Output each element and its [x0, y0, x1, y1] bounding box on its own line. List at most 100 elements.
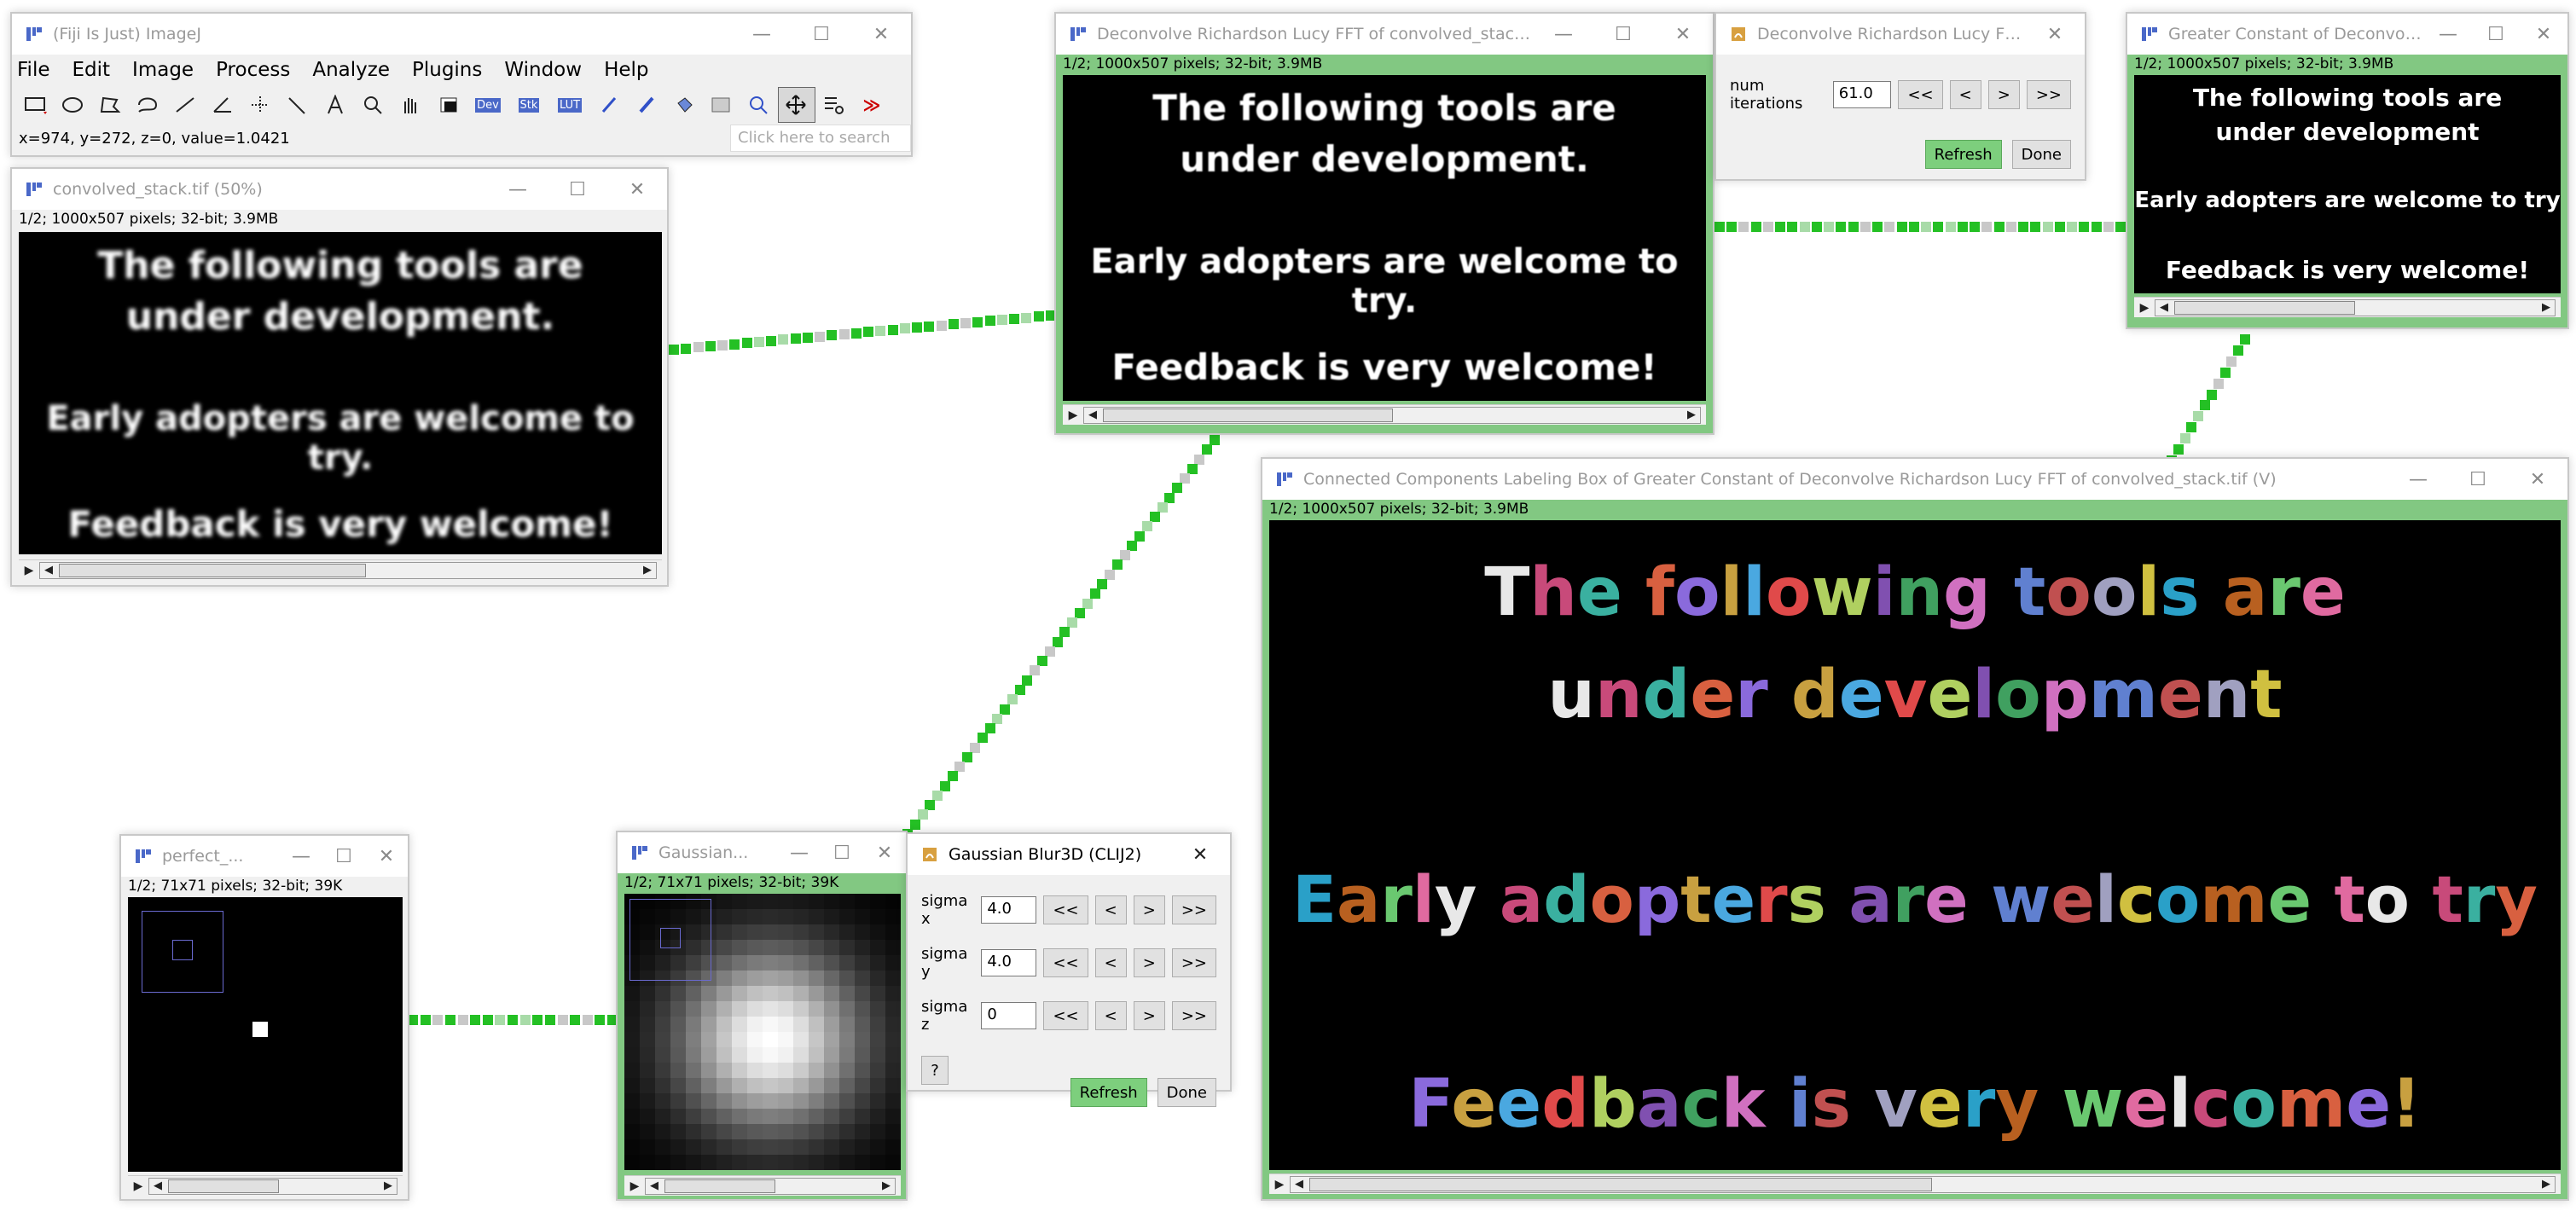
freehand-tool-icon[interactable]	[130, 87, 167, 123]
main-titlebar[interactable]: (Fiji Is Just) ImageJ — ☐ ✕	[12, 14, 911, 55]
sigma-y-inc-fast-button[interactable]: >>	[1171, 948, 1216, 977]
num-iterations-field[interactable]: 61.0	[1832, 81, 1892, 108]
text-tool-icon[interactable]	[317, 87, 355, 123]
wand-tool-icon[interactable]	[280, 87, 317, 123]
menu-window[interactable]: Window	[504, 59, 582, 81]
menu-analyze[interactable]: Analyze	[312, 59, 390, 81]
menu-help[interactable]: Help	[604, 59, 648, 81]
close-button[interactable]: ✕	[365, 836, 408, 877]
play-icon[interactable]: ▶	[2134, 301, 2155, 315]
sigma-z-inc-button[interactable]: >	[1133, 1001, 1165, 1030]
minimize-button[interactable]: —	[2388, 459, 2448, 500]
menu-edit[interactable]: Edit	[73, 59, 111, 81]
slice-scrollbar[interactable]: ◀ ▶	[148, 1177, 397, 1195]
slice-scrollbar[interactable]: ◀ ▶	[2155, 298, 2556, 316]
minimize-button[interactable]: —	[732, 14, 792, 55]
minimize-button[interactable]: —	[2424, 14, 2472, 55]
sigma-x-dec-button[interactable]: <	[1094, 895, 1127, 924]
image-canvas[interactable]: The following tools are under developmen…	[1063, 75, 1706, 401]
angle-tool-icon[interactable]	[205, 87, 242, 123]
close-button[interactable]: ✕	[1170, 834, 1230, 875]
lut-menu-icon[interactable]: LUT	[549, 87, 590, 123]
color-picker-icon[interactable]	[430, 87, 467, 123]
titlebar[interactable]: Deconvolve Richardson Lucy FFT of convol…	[1056, 14, 1713, 55]
slice-scrollbar[interactable]: ◀ ▶	[1083, 406, 1701, 424]
dev-menu-icon[interactable]: Dev	[467, 87, 508, 123]
increase-button[interactable]: >	[1987, 80, 2020, 109]
sigma-z-dec-button[interactable]: <	[1094, 1001, 1127, 1030]
stack-slider[interactable]: ▶ ◀ ▶	[1269, 1173, 2561, 1194]
help-button[interactable]: ?	[921, 1056, 949, 1085]
flood-fill-icon[interactable]	[665, 87, 703, 123]
titlebar[interactable]: Gaussian... — ☐ ✕	[618, 832, 906, 873]
sigma-y-inc-button[interactable]: >	[1133, 948, 1165, 977]
sigma-x-dec-fast-button[interactable]: <<	[1043, 895, 1088, 924]
image-canvas[interactable]	[128, 897, 403, 1172]
stack-slider[interactable]: ▶ ◀ ▶	[2134, 297, 2561, 317]
image-canvas[interactable]: The following tools are under developmen…	[19, 232, 662, 554]
polygon-tool-icon[interactable]	[92, 87, 130, 123]
maximize-button[interactable]: ☐	[1593, 14, 1653, 55]
point-tool-icon[interactable]	[242, 87, 280, 123]
move-tool-icon[interactable]	[778, 87, 815, 123]
magnifier-icon-2[interactable]	[740, 87, 778, 123]
close-button[interactable]: ✕	[863, 832, 906, 873]
sigma-x-inc-button[interactable]: >	[1133, 895, 1165, 924]
maximize-button[interactable]: ☐	[792, 14, 851, 55]
dialog-titlebar[interactable]: Deconvolve Richardson Lucy FFT (CLIJx) ✕	[1716, 14, 2085, 55]
menu-file[interactable]: File	[17, 59, 50, 81]
done-button[interactable]: Done	[1157, 1078, 1216, 1107]
image-canvas[interactable]	[624, 894, 901, 1170]
slice-scrollbar[interactable]: ◀ ▶	[645, 1177, 896, 1195]
magnifier-icon[interactable]	[355, 87, 392, 123]
decrease-fast-button[interactable]: <<	[1898, 80, 1943, 109]
refresh-button[interactable]: Refresh	[1924, 140, 2002, 169]
maximize-button[interactable]: ☐	[821, 832, 863, 873]
sigma-x-inc-fast-button[interactable]: >>	[1171, 895, 1216, 924]
play-icon[interactable]: ▶	[624, 1179, 645, 1193]
menu-image[interactable]: Image	[132, 59, 194, 81]
maximize-button[interactable]: ☐	[2448, 459, 2508, 500]
close-button[interactable]: ✕	[607, 169, 667, 210]
sigma-z-dec-fast-button[interactable]: <<	[1043, 1001, 1088, 1030]
maximize-button[interactable]: ☐	[2472, 14, 2520, 55]
menu-process[interactable]: Process	[216, 59, 290, 81]
rectangle-tool-icon[interactable]	[17, 87, 55, 123]
play-icon[interactable]: ▶	[1063, 408, 1083, 422]
sigma-y-dec-fast-button[interactable]: <<	[1043, 948, 1088, 977]
close-button[interactable]: ✕	[2520, 14, 2567, 55]
minimize-button[interactable]: —	[488, 169, 548, 210]
close-button[interactable]: ✕	[2025, 14, 2085, 55]
titlebar[interactable]: convolved_stack.tif (50%) — ☐ ✕	[12, 169, 667, 210]
oval-tool-icon[interactable]	[55, 87, 92, 123]
play-icon[interactable]: ▶	[19, 564, 39, 577]
menu-plugins[interactable]: Plugins	[412, 59, 482, 81]
titlebar[interactable]: Connected Components Labeling Box of Gre…	[1262, 459, 2567, 500]
image-tool-icon[interactable]	[703, 87, 740, 123]
slice-scrollbar[interactable]: ◀ ▶	[1290, 1175, 2556, 1193]
close-button[interactable]: ✕	[2508, 459, 2567, 500]
sigma-y-field[interactable]: 4.0	[981, 949, 1037, 976]
titlebar[interactable]: perfect_... — ☐ ✕	[121, 836, 408, 877]
minimize-button[interactable]: —	[1534, 14, 1593, 55]
minimize-button[interactable]: —	[280, 836, 322, 877]
maximize-button[interactable]: ☐	[548, 169, 607, 210]
decrease-button[interactable]: <	[1949, 80, 1981, 109]
stack-slider[interactable]: ▶ ◀ ▶	[1063, 404, 1706, 425]
image-canvas[interactable]: The following tools are under developmen…	[2134, 75, 2561, 293]
sigma-y-dec-button[interactable]: <	[1094, 948, 1127, 977]
image-canvas[interactable]: The following tools are under developmen…	[1269, 520, 2561, 1170]
sigma-z-field[interactable]: 0	[981, 1002, 1037, 1029]
play-icon[interactable]: ▶	[1269, 1178, 1290, 1191]
increase-fast-button[interactable]: >>	[2026, 80, 2071, 109]
refresh-button[interactable]: Refresh	[1070, 1078, 1147, 1107]
line-tool-icon[interactable]	[167, 87, 205, 123]
stack-slider[interactable]: ▶ ◀ ▶	[624, 1175, 901, 1196]
close-button[interactable]: ✕	[1653, 14, 1713, 55]
minimize-button[interactable]: —	[778, 832, 821, 873]
stk-menu-icon[interactable]: Stk	[508, 87, 549, 123]
close-button[interactable]: ✕	[851, 14, 911, 55]
play-icon[interactable]: ▶	[128, 1179, 148, 1193]
hand-icon[interactable]	[392, 87, 430, 123]
sigma-x-field[interactable]: 4.0	[981, 896, 1037, 924]
